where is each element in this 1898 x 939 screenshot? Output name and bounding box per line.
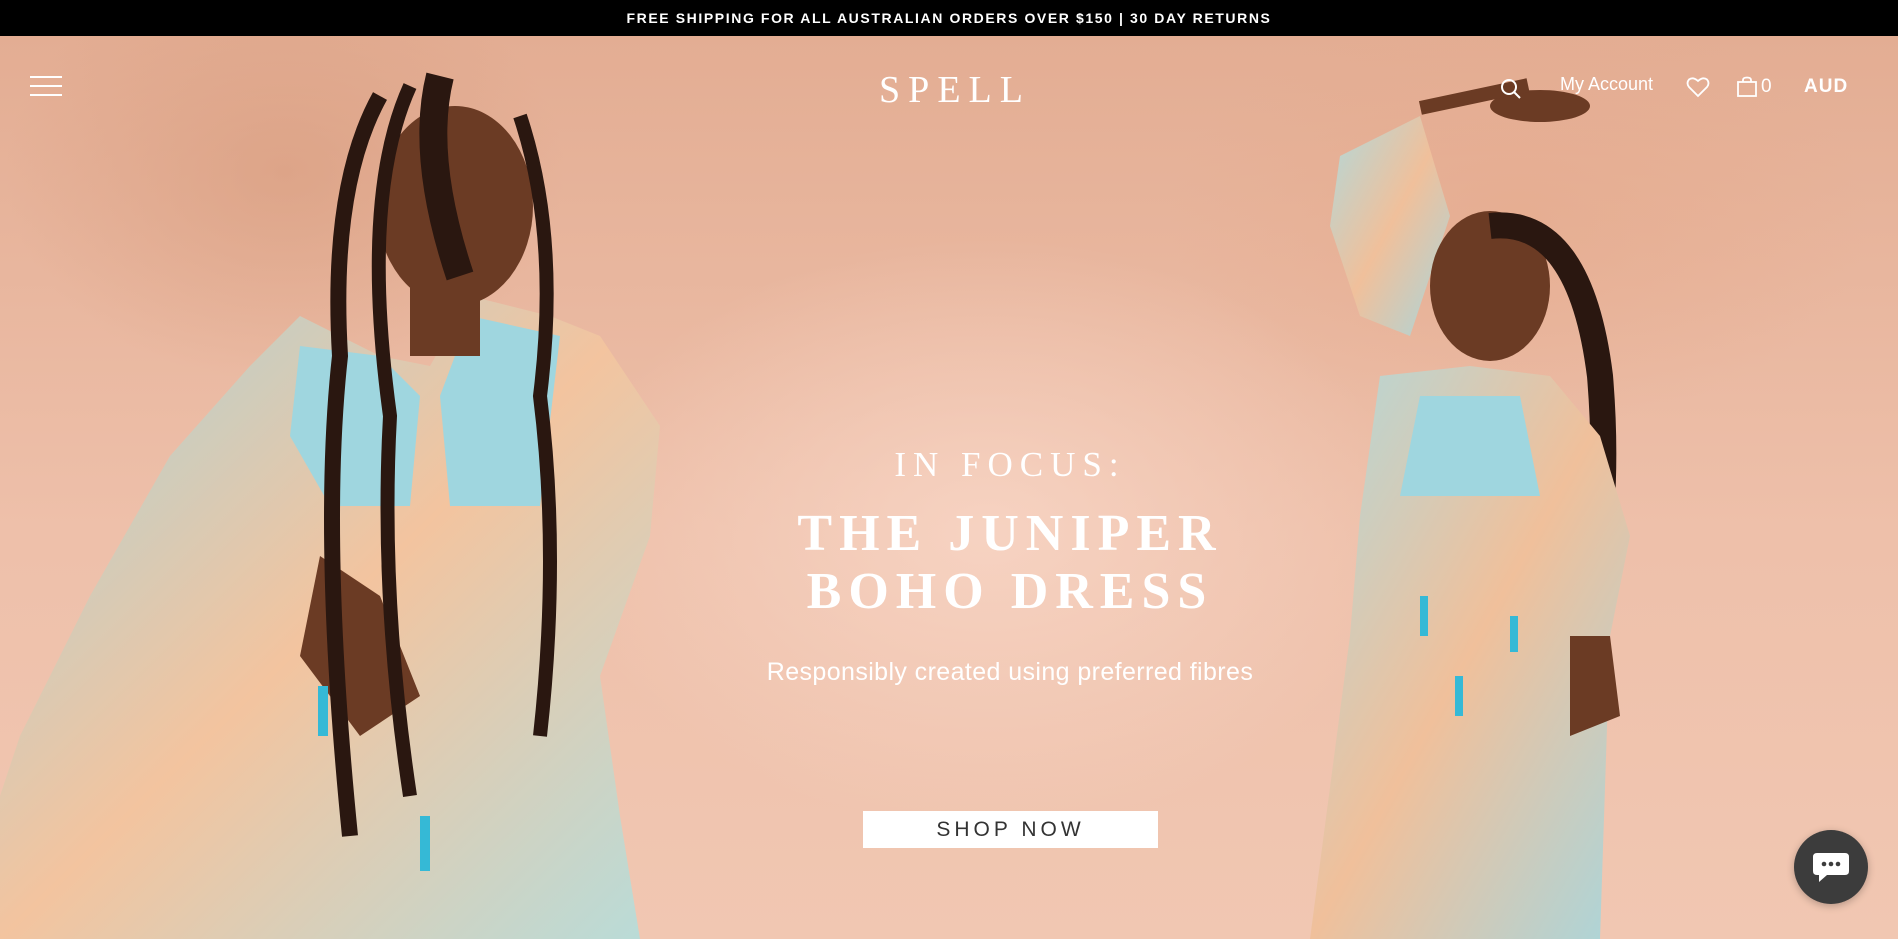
my-account-link[interactable]: My Account [1560, 74, 1653, 98]
hero-kicker: IN FOCUS: [894, 445, 1126, 484]
hero-image-model-right [1270, 76, 1750, 939]
announcement-bar: FREE SHIPPING FOR ALL AUSTRALIAN ORDERS … [0, 0, 1898, 36]
cart-button[interactable]: 0 [1736, 74, 1772, 100]
hero-subtitle: Responsibly created using preferred fibr… [766, 658, 1254, 686]
site-logo[interactable]: SPELL [866, 68, 1044, 112]
currency-selector[interactable]: AUD [1804, 76, 1848, 98]
cart-count: 0 [1761, 76, 1772, 97]
site-header: SPELL My Account 0 AUD [0, 36, 1898, 136]
hamburger-menu-icon[interactable] [30, 76, 62, 96]
hero-headline-line2: BOHO DRESS [806, 563, 1214, 620]
search-icon[interactable] [1500, 78, 1522, 100]
chat-widget-button[interactable] [1794, 830, 1868, 904]
shop-now-button[interactable]: SHOP NOW [863, 811, 1158, 848]
heart-icon[interactable] [1686, 76, 1710, 98]
hero-headline: THE JUNIPER BOHO DRESS [680, 505, 1340, 621]
shopping-bag-icon [1737, 76, 1757, 97]
chat-bubble-icon [1813, 853, 1849, 882]
announcement-text: FREE SHIPPING FOR ALL AUSTRALIAN ORDERS … [626, 10, 1272, 26]
hero-image-model-left [0, 36, 700, 939]
hero-banner[interactable]: IN FOCUS: THE JUNIPER BOHO DRESS Respons… [0, 36, 1898, 939]
hero-headline-line1: THE JUNIPER [797, 505, 1223, 562]
